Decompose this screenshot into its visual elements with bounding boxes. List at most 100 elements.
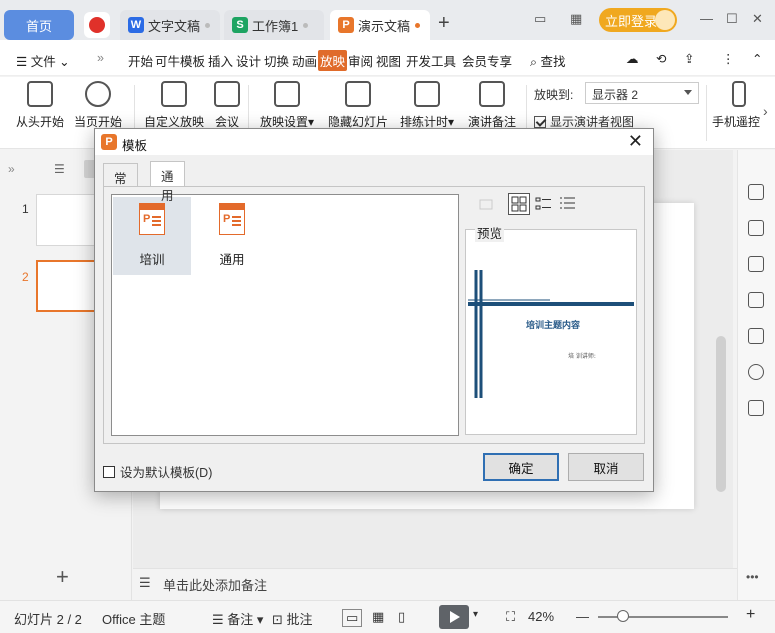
book-icon[interactable] xyxy=(748,400,764,416)
sheet-icon: S xyxy=(232,17,248,33)
search-label: 查找 xyxy=(540,55,566,69)
dialog-title: 模板 xyxy=(122,139,148,153)
hide-slide-button[interactable]: 隐藏幻灯片 xyxy=(326,81,390,130)
checkbox-unchecked-icon xyxy=(103,465,115,478)
menu-slideshow[interactable]: 放映 xyxy=(318,50,348,71)
right-tool-rail: ••• xyxy=(737,150,775,600)
menu-start[interactable]: 开始 xyxy=(128,51,153,70)
star-icon[interactable] xyxy=(748,256,764,272)
close-window-icon[interactable]: ✕ xyxy=(752,11,763,27)
show-settings-button[interactable]: 放映设置▾ xyxy=(256,81,318,130)
menu-animation[interactable]: 动画 xyxy=(292,51,317,70)
slideshow-play-button[interactable] xyxy=(439,605,469,629)
zoom-in-icon[interactable]: + xyxy=(746,606,755,624)
sorter-view-icon[interactable]: ▦ xyxy=(372,609,384,625)
large-icons-view-icon[interactable] xyxy=(508,193,530,215)
close-icon[interactable]: ✕ xyxy=(628,131,643,152)
maximize-icon[interactable]: ☐ xyxy=(726,11,738,27)
meeting-button[interactable]: 会议 xyxy=(210,81,244,130)
notes-area[interactable]: ☰ 单击此处添加备注 xyxy=(133,568,737,600)
play-options-chevron-icon[interactable]: ▾ xyxy=(473,609,478,620)
zoom-level[interactable]: 42% xyxy=(528,609,554,624)
tab-ppt-unsaved-dot xyxy=(415,22,421,28)
custom-show-button[interactable]: 自定义放映 xyxy=(141,81,207,130)
add-slide-plus-icon[interactable]: + xyxy=(56,564,69,590)
menu-expand-icon[interactable]: » xyxy=(97,51,104,65)
comments-toggle[interactable]: ⊡ 批注 xyxy=(272,609,313,628)
meeting-label: 会议 xyxy=(214,115,239,129)
from-start-button[interactable]: 从头开始 xyxy=(12,81,68,130)
fit-window-icon[interactable]: ⛶ xyxy=(506,609,515,625)
preview-slide-image: 培训主题内容 培 训讲师: xyxy=(468,270,634,398)
rocket-icon[interactable] xyxy=(748,184,764,200)
theme-name[interactable]: Office 主题 xyxy=(102,609,165,628)
share-icon[interactable]: ⇪ xyxy=(684,51,694,66)
avatar xyxy=(655,10,675,30)
vertical-scrollbar[interactable] xyxy=(716,336,726,492)
normal-view-icon[interactable]: ▭ xyxy=(342,609,363,627)
tab-doc[interactable]: W 文字文稿 xyxy=(120,10,220,40)
presenter-notes-icon xyxy=(479,81,505,107)
zoom-out-icon[interactable]: — xyxy=(576,609,589,624)
outline-view-icon[interactable]: ☰ xyxy=(54,162,65,176)
up-folder-icon[interactable] xyxy=(475,193,497,215)
zoom-slider-thumb[interactable] xyxy=(617,610,629,622)
apps-grid-icon[interactable]: ▦ xyxy=(570,11,582,27)
menu-insert[interactable]: 插入 xyxy=(208,51,233,70)
expand-panel-icon[interactable]: » xyxy=(8,162,15,176)
tab-home[interactable]: 首页 xyxy=(4,10,74,40)
collapse-ribbon-icon[interactable]: ⌃ xyxy=(752,51,762,66)
more-icon[interactable]: ⋮ xyxy=(722,51,735,66)
details-view-icon[interactable] xyxy=(557,193,579,215)
custom-show-label: 自定义放映 xyxy=(143,115,204,129)
notes-toggle[interactable]: ☰ 备注 ▾ xyxy=(212,609,263,628)
template-label: 通用 xyxy=(219,253,245,267)
new-tab-plus-icon[interactable]: + xyxy=(438,12,450,35)
show-on-select[interactable]: 显示器 2 xyxy=(585,82,699,104)
smart-icon[interactable] xyxy=(748,328,764,344)
menu-review[interactable]: 审阅 xyxy=(348,51,373,70)
notes-icon: ☰ xyxy=(139,575,151,590)
slide-number: 1 xyxy=(22,202,29,216)
transition-icon[interactable] xyxy=(748,292,764,308)
presenter-notes-button[interactable]: 演讲备注 xyxy=(464,81,520,130)
menu-view[interactable]: 视图 xyxy=(376,51,401,70)
rehearse-button[interactable]: 排练计时▾ xyxy=(396,81,458,130)
search-button[interactable]: ⌕ 查找 xyxy=(530,51,566,70)
ribbon-divider xyxy=(706,85,707,141)
menu-devtools[interactable]: 开发工具 xyxy=(406,51,456,70)
location-icon[interactable] xyxy=(748,364,764,380)
template-list: P 培训 P 通用 xyxy=(111,194,459,436)
more-icon[interactable]: ••• xyxy=(746,570,759,584)
default-template-checkbox[interactable]: 设为默认模板(D) xyxy=(103,462,212,481)
menu-transition[interactable]: 切换 xyxy=(264,51,289,70)
chevron-down-icon xyxy=(684,90,692,95)
tab-common[interactable]: 通用 xyxy=(150,161,185,203)
ribbon-scroll-right-icon[interactable]: › xyxy=(763,103,768,119)
menu-member[interactable]: 会员专享 xyxy=(462,51,512,70)
menu-templates[interactable]: 可牛模板 xyxy=(155,51,205,70)
from-current-button[interactable]: 当页开始 xyxy=(70,81,126,130)
list-view-icon[interactable] xyxy=(533,193,555,215)
template-item-training[interactable]: P 培训 xyxy=(113,197,191,275)
menu-design[interactable]: 设计 xyxy=(236,51,261,70)
menu-file-label: 文件 xyxy=(30,55,56,69)
template-dialog: P 模板 ✕ 常规 通用 P 培训 P 通用 预览 培训主题内容 xyxy=(94,128,654,492)
login-button[interactable]: 立即登录 xyxy=(599,8,677,32)
layout-icon[interactable]: ▭ xyxy=(534,11,546,27)
template-item-common[interactable]: P 通用 xyxy=(193,197,271,275)
cancel-button[interactable]: 取消 xyxy=(568,453,644,481)
phone-remote-button[interactable]: 手机遥控 xyxy=(712,81,770,130)
cloud-sync-icon[interactable]: ☁ xyxy=(626,51,639,66)
ok-button[interactable]: 确定 xyxy=(483,453,559,481)
menu-file[interactable]: ☰ 文件 ⌄ xyxy=(16,51,70,70)
adjust-icon[interactable] xyxy=(748,220,764,236)
history-icon[interactable]: ⟲ xyxy=(656,51,666,66)
presenter-notes-label: 演讲备注 xyxy=(467,115,516,129)
tab-ppt[interactable]: P 演示文稿 xyxy=(330,10,430,40)
wps-logo-icon[interactable] xyxy=(84,12,110,38)
minimize-icon[interactable]: — xyxy=(700,11,713,26)
reading-view-icon[interactable]: ▯ xyxy=(398,609,405,625)
tab-general[interactable]: 常规 xyxy=(103,163,138,205)
tab-sheet[interactable]: S 工作簿1 xyxy=(224,10,324,40)
